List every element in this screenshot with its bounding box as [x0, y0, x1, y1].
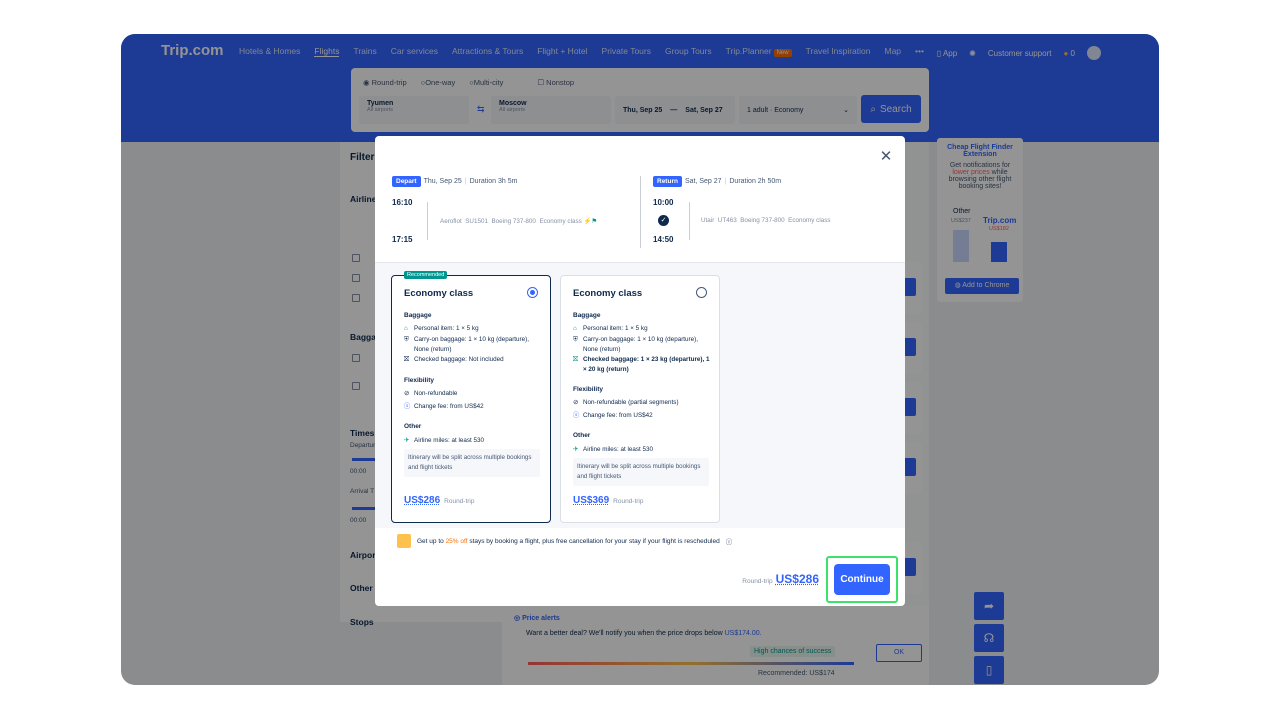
- refund-policy: ⊘ Non-refundable (partial segments): [573, 398, 711, 408]
- no-refund-icon: ⊘: [573, 399, 579, 406]
- depart-dep-time: 16:10: [392, 198, 413, 207]
- total-price[interactable]: Round-trip US$286: [742, 572, 819, 586]
- return-aircraft: Boeing 737-800: [740, 217, 785, 224]
- info-icon[interactable]: ⓘ: [726, 536, 733, 546]
- return-tag: Return: [653, 176, 682, 187]
- personal-item: ⌂ Personal item: 1 × 5 kg: [404, 324, 542, 334]
- segment-divider: [640, 176, 641, 248]
- personal-item-text: Personal item: 1 × 5 kg: [583, 325, 648, 332]
- promo-post: stays by booking a flight, plus free can…: [469, 537, 720, 545]
- depart-segment-header: Depart Thu, Sep 25 | Duration 3h 5m: [392, 176, 517, 187]
- split-itinerary-note: Itinerary will be split across multiple …: [404, 449, 540, 477]
- return-flight-no: UT463: [717, 217, 737, 224]
- depart-airline: Aeroflot: [440, 218, 462, 225]
- refund-text: Non-refundable (partial segments): [583, 399, 679, 406]
- carry-on-text: Carry-on baggage: 1 × 10 kg (departure),…: [414, 336, 529, 353]
- return-dep-time: 10:00: [653, 198, 674, 207]
- bag-icon: ⌂: [573, 325, 577, 332]
- depart-flight-info: Aeroflot SU1501 Boeing 737-800 Economy c…: [440, 217, 597, 225]
- fare-price-note: Round-trip: [444, 498, 475, 505]
- return-airline: Utair: [701, 217, 715, 224]
- carry-on: ⛨ Carry-on baggage: 1 × 10 kg (departure)…: [404, 335, 542, 355]
- depart-tag: Depart: [392, 176, 421, 187]
- change-fee-icon: ⓢ: [573, 412, 580, 419]
- fare-price-value: US$369: [573, 495, 610, 506]
- return-duration: Duration 2h 50m: [729, 178, 782, 185]
- continue-button[interactable]: Continue: [834, 564, 890, 595]
- close-icon[interactable]: ✕: [879, 149, 893, 164]
- fare-price[interactable]: US$369 Round-trip: [573, 495, 644, 506]
- recommended-badge: Recommended: [404, 271, 448, 279]
- promo-discount: 25% off: [445, 537, 468, 545]
- return-date-label: Sat, Sep 27: [684, 178, 722, 185]
- total-value: US$286: [775, 572, 819, 586]
- carry-on: ⛨ Carry-on baggage: 1 × 10 kg (departure)…: [573, 335, 711, 355]
- split-itinerary-note: Itinerary will be split across multiple …: [573, 458, 709, 486]
- carry-on-icon: ⛨: [404, 336, 409, 343]
- fare-option-card[interactable]: Economy class Baggage ⌂ Personal item: 1 …: [560, 275, 720, 523]
- personal-item-text: Personal item: 1 × 5 kg: [414, 325, 479, 332]
- airline-miles-text: Airline miles: at least 530: [583, 446, 653, 453]
- carry-on-icon: ⛨: [573, 336, 578, 343]
- change-fee: ⓢ Change fee: from US$42: [573, 411, 711, 421]
- airline-miles: ✈ Airline miles: at least 530: [573, 445, 711, 455]
- other-heading: Other: [573, 432, 591, 439]
- miles-icon: ✈: [404, 437, 410, 444]
- amenities-icon: ⚡⚑: [583, 218, 598, 225]
- baggage-heading: Baggage: [573, 312, 601, 319]
- separator: |: [464, 178, 467, 185]
- fare-title: Economy class: [573, 288, 643, 299]
- flexibility-heading: Flexibility: [404, 377, 434, 384]
- checked-baggage: ⛝ Checked baggage: 1 × 23 kg (departure),…: [573, 355, 711, 375]
- fare-radio[interactable]: [696, 287, 707, 298]
- check-circle-icon: ✓: [658, 215, 669, 226]
- change-fee-text: Change fee: from US$42: [414, 403, 484, 410]
- fare-price[interactable]: US$286 Round-trip: [404, 495, 475, 506]
- depart-cabin: Economy class: [539, 218, 582, 225]
- checked-baggage-text: Checked baggage: 1 × 23 kg (departure), …: [583, 356, 710, 373]
- change-fee-icon: ⓢ: [404, 403, 411, 410]
- checked-bag-icon: ⛝: [573, 356, 578, 363]
- depart-arr-time: 17:15: [392, 235, 413, 244]
- separator: |: [724, 178, 727, 185]
- return-segment-header: Return Sat, Sep 27 | Duration 2h 50m: [653, 176, 781, 187]
- return-arr-time: 14:50: [653, 235, 674, 244]
- bag-icon: ⌂: [404, 325, 408, 332]
- hotel-promo: Get up to 25% off stays by booking a fli…: [397, 534, 732, 548]
- no-refund-icon: ⊘: [404, 390, 410, 397]
- promo-pre: Get up to: [417, 537, 444, 545]
- other-heading: Other: [404, 423, 422, 430]
- depart-date-label: Thu, Sep 25: [423, 178, 462, 185]
- flexibility-heading: Flexibility: [573, 386, 603, 393]
- promo-text: Get up to 25% off stays by booking a fli…: [417, 538, 720, 545]
- refund-text: Non-refundable: [414, 390, 458, 397]
- airline-miles-text: Airline miles: at least 530: [414, 437, 484, 444]
- refund-policy: ⊘ Non-refundable: [404, 389, 542, 399]
- fare-options-modal: ✕ Depart Thu, Sep 25 | Duration 3h 5m 16:10…: [375, 136, 905, 606]
- baggage-heading: Baggage: [404, 312, 432, 319]
- change-fee: ⓢ Change fee: from US$42: [404, 402, 542, 412]
- gift-icon: [397, 534, 411, 548]
- fare-title: Economy class: [404, 288, 474, 299]
- carry-on-text: Carry-on baggage: 1 × 10 kg (departure),…: [583, 336, 698, 353]
- airline-miles: ✈ Airline miles: at least 530: [404, 436, 542, 446]
- depart-flight-no: SU1501: [465, 218, 488, 225]
- checked-baggage-text: Checked baggage: Not included: [414, 356, 504, 363]
- depart-aircraft: Boeing 737-800: [491, 218, 536, 225]
- total-label: Round-trip: [742, 578, 773, 585]
- change-fee-text: Change fee: from US$42: [583, 412, 653, 419]
- return-timeline: [689, 202, 690, 240]
- depart-timeline: [427, 202, 428, 240]
- fare-price-value: US$286: [404, 495, 441, 506]
- return-cabin: Economy class: [788, 217, 831, 224]
- personal-item: ⌂ Personal item: 1 × 5 kg: [573, 324, 711, 334]
- depart-duration: Duration 3h 5m: [469, 178, 518, 185]
- checked-bag-icon: ⛝: [404, 356, 409, 363]
- return-flight-info: Utair UT463 Boeing 737-800 Economy class: [701, 217, 831, 224]
- fare-radio[interactable]: [527, 287, 538, 298]
- checked-baggage: ⛝ Checked baggage: Not included: [404, 355, 542, 365]
- miles-icon: ✈: [573, 446, 579, 453]
- fare-price-note: Round-trip: [613, 498, 644, 505]
- fare-option-card[interactable]: Recommended Economy class Baggage ⌂ Perso…: [391, 271, 551, 523]
